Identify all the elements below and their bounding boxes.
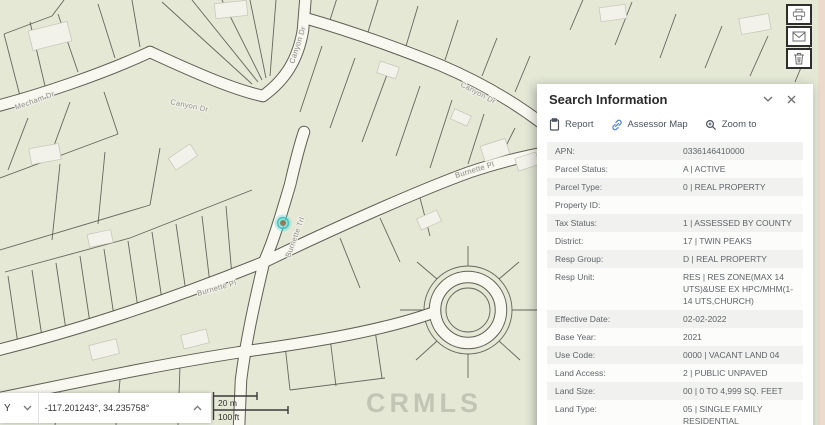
field-value: 0336146410000 [681, 142, 803, 160]
magnifier-zoom-icon [705, 119, 717, 131]
field-value: 0 | REAL PROPERTY [681, 178, 803, 196]
envelope-icon [792, 31, 806, 42]
panel-title: Search Information [549, 92, 756, 107]
scalebar-imperial-label: 100 ft [218, 412, 240, 422]
assessor-map-button[interactable]: Assessor Map [611, 119, 688, 131]
table-row-land-size: Land Size: 00 | 0 TO 4,999 SQ. FEET [547, 382, 803, 400]
table-row-effective-date: Effective Date: 02-02-2022 [547, 310, 803, 328]
scalebar-metric-label: 20 m [218, 398, 237, 408]
field-label: Resp Group: [547, 250, 681, 268]
field-value: 0000 | VACANT LAND 04 [681, 346, 803, 364]
table-row-property-id: Property ID: [547, 196, 803, 214]
chevron-down-icon [23, 405, 32, 411]
chevron-up-icon [193, 405, 202, 411]
report-clipboard-icon [549, 118, 560, 131]
table-row-district: District: 17 | TWIN PEAKS [547, 232, 803, 250]
report-label: Report [565, 119, 594, 130]
table-row-base-year: Base Year: 2021 [547, 328, 803, 346]
field-label: Base Year: [547, 328, 681, 346]
field-label: Resp Unit: [547, 268, 681, 310]
table-row-resp-unit: Resp Unit: RES | RES ZONE(MAX 14 UTS)&US… [547, 268, 803, 310]
coordinate-format-dropdown[interactable]: Y [0, 393, 38, 423]
field-label: APN: [547, 142, 681, 160]
cursor-coordinates: -117.201243°, 34.235758° [39, 403, 184, 413]
field-label: Land Size: [547, 382, 681, 400]
search-information-panel: Search Information Rep [537, 84, 813, 425]
parcel-attributes-table: APN: 0336146410000 Parcel Status: A | AC… [547, 142, 803, 425]
field-value: A | ACTIVE [681, 160, 803, 178]
coordinate-format-value: Y [4, 403, 11, 414]
table-row-land-access: Land Access: 2 | PUBLIC UNPAVED [547, 364, 803, 382]
field-value: 2021 [681, 328, 803, 346]
right-edge-strip [818, 0, 825, 425]
statusbar-collapse-button[interactable] [184, 405, 211, 411]
zoom-to-button[interactable]: Zoom to [705, 119, 757, 131]
map-scalebar: 20 m 100 ft [212, 391, 304, 425]
table-row-land-type: Land Type: 05 | SINGLE FAMILY RESIDENTIA… [547, 400, 803, 425]
trash-icon [793, 52, 805, 65]
link-icon [611, 119, 623, 131]
field-value: 1 | ASSESSED BY COUNTY [681, 214, 803, 232]
field-label: District: [547, 232, 681, 250]
field-label: Land Access: [547, 364, 681, 382]
table-row-tax-status: Tax Status: 1 | ASSESSED BY COUNTY [547, 214, 803, 232]
print-button[interactable] [786, 4, 812, 25]
print-icon [792, 8, 806, 21]
table-row-parcel-type: Parcel Type: 0 | REAL PROPERTY [547, 178, 803, 196]
close-icon [787, 95, 796, 104]
field-label: Land Type: [547, 400, 681, 425]
map-tools-toolbar [786, 4, 812, 69]
gis-app-window: Mecham Dr Canyon Dr Canyon Dr Canyon Dr … [0, 0, 825, 425]
panel-close-button[interactable] [780, 93, 803, 106]
table-row-use-code: Use Code: 0000 | VACANT LAND 04 [547, 346, 803, 364]
selected-point-marker[interactable] [275, 215, 292, 232]
zoom-to-label: Zoom to [722, 119, 757, 130]
field-value: 00 | 0 TO 4,999 SQ. FEET [681, 382, 803, 400]
panel-collapse-button[interactable] [756, 94, 780, 104]
field-label: Property ID: [547, 196, 681, 214]
crmls-watermark: CRMLS [366, 388, 482, 419]
coordinate-statusbar: Y -117.201243°, 34.235758° [0, 393, 211, 423]
field-value: 17 | TWIN PEAKS [681, 232, 803, 250]
field-value: RES | RES ZONE(MAX 14 UTS)&USE EX HPC/MH… [681, 268, 803, 310]
panel-header: Search Information [537, 84, 813, 114]
field-value: 2 | PUBLIC UNPAVED [681, 364, 803, 382]
table-row-apn: APN: 0336146410000 [547, 142, 803, 160]
field-label: Effective Date: [547, 310, 681, 328]
report-button[interactable]: Report [549, 118, 594, 131]
table-row-parcel-status: Parcel Status: A | ACTIVE [547, 160, 803, 178]
envelope-button[interactable] [786, 26, 812, 47]
table-row-resp-group: Resp Group: D | REAL PROPERTY [547, 250, 803, 268]
panel-action-toolbar: Report Assessor Map Zoom to [537, 114, 813, 139]
chevron-down-icon [763, 96, 773, 102]
field-label: Parcel Status: [547, 160, 681, 178]
assessor-map-label: Assessor Map [628, 119, 688, 130]
trash-button[interactable] [786, 48, 812, 69]
field-label: Tax Status: [547, 214, 681, 232]
field-value: 05 | SINGLE FAMILY RESIDENTIAL [681, 400, 803, 425]
field-value: 02-02-2022 [681, 310, 803, 328]
field-label: Parcel Type: [547, 178, 681, 196]
field-value: D | REAL PROPERTY [681, 250, 803, 268]
field-label: Use Code: [547, 346, 681, 364]
field-value [681, 196, 803, 214]
